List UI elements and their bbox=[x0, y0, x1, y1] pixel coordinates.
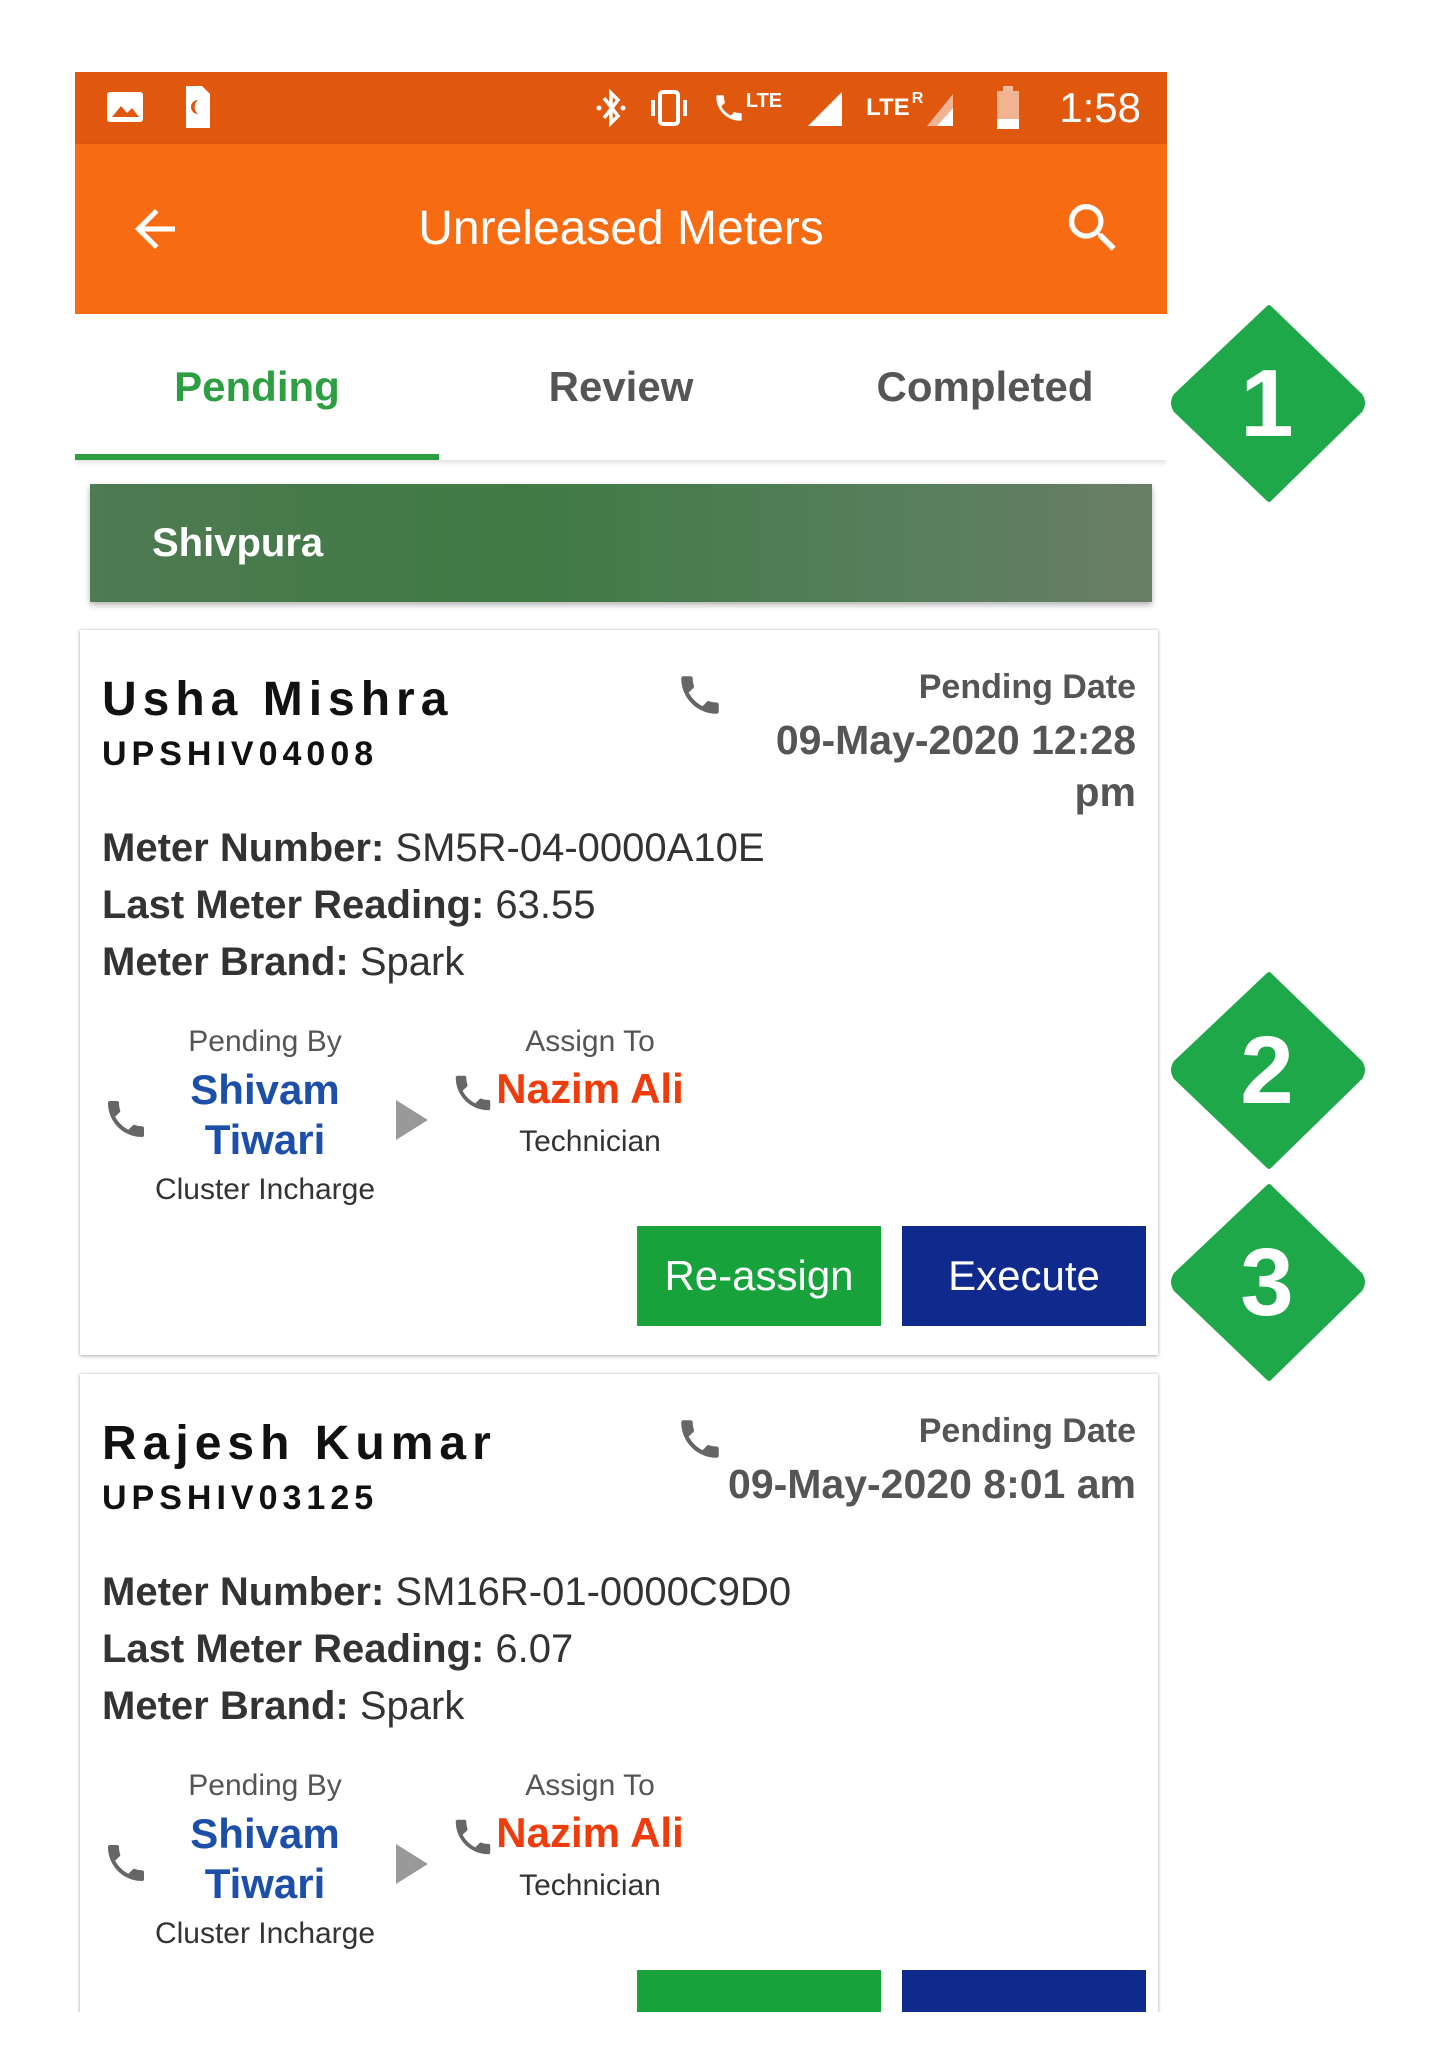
tab-review[interactable]: Review bbox=[439, 314, 803, 460]
pending-date-value: 09-May-2020 8:01 am bbox=[728, 1461, 1136, 1507]
assign-to-role: Technician bbox=[519, 1869, 661, 1902]
consumer-name: Usha Mishra bbox=[102, 673, 454, 726]
pending-date-label: Pending Date bbox=[918, 1412, 1136, 1450]
last-reading-row: Last Meter Reading: 63.55 bbox=[102, 877, 765, 934]
network-label-1: LTE bbox=[745, 89, 783, 112]
meter-number-row: Meter Number: SM5R-04-0000A10E bbox=[102, 820, 765, 877]
assign-to-role: Technician bbox=[519, 1125, 661, 1158]
consumer-code: UPSHIV04008 bbox=[102, 735, 379, 773]
active-tab-indicator bbox=[75, 454, 439, 460]
callout-badge-3: 3 bbox=[1162, 1175, 1377, 1390]
meter-number-label: Meter Number: bbox=[102, 1570, 385, 1614]
callout-badge-2: 2 bbox=[1162, 963, 1377, 1178]
battery-icon bbox=[997, 86, 1020, 129]
signal-icon bbox=[808, 92, 843, 126]
meter-brand-row: Meter Brand: Spark bbox=[102, 1678, 791, 1735]
consumer-code: UPSHIV03125 bbox=[102, 1479, 379, 1517]
last-reading-value: 63.55 bbox=[495, 883, 596, 927]
roaming-label: R bbox=[911, 90, 924, 107]
meter-number-value: SM16R-01-0000C9D0 bbox=[395, 1570, 792, 1614]
consumer-name: Rajesh Kumar bbox=[102, 1417, 497, 1470]
meter-brand-row: Meter Brand: Spark bbox=[102, 934, 765, 991]
reassign-button[interactable]: Re-assign bbox=[637, 1226, 881, 1326]
callout-number: 3 bbox=[1240, 1229, 1294, 1336]
last-reading-value: 6.07 bbox=[495, 1627, 574, 1671]
pending-by-name: Shivam Tiwari bbox=[190, 1066, 340, 1163]
app-bar: Unreleased Meters bbox=[75, 144, 1167, 314]
pending-by-name: Shivam Tiwari bbox=[190, 1810, 340, 1907]
meter-number-label: Meter Number: bbox=[102, 826, 385, 870]
meter-card: Rajesh Kumar UPSHIV03125 Pending Date 09… bbox=[80, 1374, 1158, 2012]
meter-info: Meter Number: SM5R-04-0000A10E Last Mete… bbox=[102, 820, 765, 991]
last-reading-label: Last Meter Reading: bbox=[102, 1627, 485, 1671]
execute-button[interactable] bbox=[902, 1970, 1146, 2012]
volte-call-icon: LTE bbox=[712, 88, 782, 128]
callout-number: 2 bbox=[1240, 1017, 1294, 1124]
bluetooth-icon bbox=[596, 88, 626, 128]
assign-to-label: Assign To bbox=[525, 1025, 655, 1058]
assign-to-label: Assign To bbox=[525, 1769, 655, 1802]
pending-date-value: 09-May-2020 12:28 pm bbox=[775, 717, 1136, 815]
status-bar: LTE LTE R 1:58 bbox=[75, 72, 1167, 144]
assignment-block: Pending By Shivam Tiwari Cluster Incharg… bbox=[80, 1769, 1158, 1969]
pending-by-role: Cluster Incharge bbox=[154, 1917, 376, 1950]
section-header: Shivpura bbox=[90, 484, 1152, 602]
execute-button[interactable]: Execute bbox=[902, 1226, 1146, 1326]
pending-date-label: Pending Date bbox=[918, 668, 1136, 706]
assignment-block: Pending By Shivam Tiwari Cluster Incharg… bbox=[80, 1025, 1158, 1225]
gallery-icon bbox=[105, 86, 145, 128]
play-arrow-icon bbox=[392, 1839, 432, 1889]
vibrate-icon bbox=[650, 90, 687, 126]
network-label-2: LTE bbox=[866, 94, 910, 121]
meter-number-value: SM5R-04-0000A10E bbox=[395, 826, 765, 870]
meter-number-row: Meter Number: SM16R-01-0000C9D0 bbox=[102, 1564, 791, 1621]
callout-number: 1 bbox=[1240, 350, 1294, 457]
tab-completed[interactable]: Completed bbox=[803, 314, 1167, 460]
meter-card: Usha Mishra UPSHIV04008 Pending Date 09-… bbox=[80, 630, 1158, 1355]
sim-card-icon bbox=[177, 86, 217, 128]
last-reading-row: Last Meter Reading: 6.07 bbox=[102, 1621, 791, 1678]
page-title: Unreleased Meters bbox=[418, 202, 824, 255]
pending-by-label: Pending By bbox=[188, 1769, 342, 1802]
signal-lte-icon: LTE R bbox=[866, 88, 955, 128]
tab-pending[interactable]: Pending bbox=[75, 314, 439, 460]
callout-badge-1: 1 bbox=[1162, 296, 1377, 511]
assign-to-name: Nazim Ali bbox=[496, 1809, 684, 1856]
assign-to-name: Nazim Ali bbox=[496, 1065, 684, 1112]
tab-bar: Pending Review Completed bbox=[75, 314, 1167, 460]
pending-by-label: Pending By bbox=[188, 1025, 342, 1058]
reassign-button[interactable] bbox=[637, 1970, 881, 2012]
call-consumer-icon[interactable] bbox=[675, 1414, 725, 1464]
clock: 1:58 bbox=[1059, 84, 1141, 131]
phone-screen: LTE LTE R 1:58 Unreleased Meters Pending… bbox=[75, 72, 1167, 2012]
meter-brand-value: Spark bbox=[359, 1684, 465, 1728]
call-consumer-icon[interactable] bbox=[675, 670, 725, 720]
meter-brand-value: Spark bbox=[359, 940, 465, 984]
search-icon[interactable] bbox=[1061, 196, 1125, 260]
pending-by-role: Cluster Incharge bbox=[154, 1173, 376, 1206]
meter-brand-label: Meter Brand: bbox=[102, 940, 349, 984]
meter-info: Meter Number: SM16R-01-0000C9D0 Last Met… bbox=[102, 1564, 791, 1735]
meter-brand-label: Meter Brand: bbox=[102, 1684, 349, 1728]
last-reading-label: Last Meter Reading: bbox=[102, 883, 485, 927]
play-arrow-icon bbox=[392, 1095, 432, 1145]
